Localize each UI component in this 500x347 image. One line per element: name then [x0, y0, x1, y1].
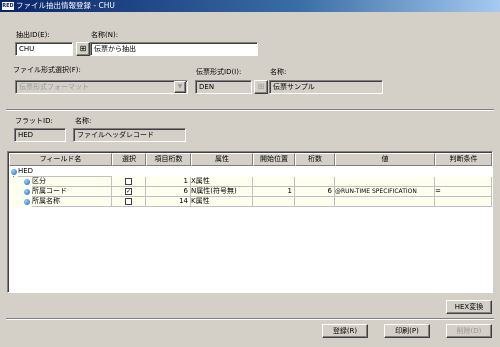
field-name-cell: 所属コード	[32, 187, 112, 197]
file-format-select[interactable]: 伝票形式フォーマット	[15, 80, 188, 94]
column-header[interactable]: 値	[335, 153, 435, 166]
flat-name-field: ファイルヘッダレコード	[73, 128, 186, 142]
checkmark-icon: ✓	[126, 188, 132, 195]
table-row[interactable]: 区分 1 X属性	[9, 177, 492, 187]
length-cell: 6	[295, 187, 335, 197]
lookup-icon: ⊞	[257, 82, 265, 91]
select-cell	[112, 197, 146, 207]
print-button[interactable]: 印刷(P)	[384, 324, 430, 338]
flat-id-field: HED	[14, 128, 66, 142]
digits-cell: 6	[146, 187, 191, 197]
field-name-cell: 区分	[32, 177, 112, 187]
slip-name-field: 伝票サンプル	[269, 80, 383, 94]
column-header[interactable]: フィールド名	[9, 153, 112, 166]
start-cell	[253, 197, 295, 207]
table-row[interactable]: 所属コード ✓ 6 N属性(符号無) 1 6 @RUN-TIME SPECIFI…	[9, 187, 492, 197]
select-cell: ✓	[112, 187, 146, 197]
attr-cell: K属性	[191, 197, 253, 207]
field-name-cell: HED	[18, 167, 112, 177]
file-format-label: ファイル形式選択(F):	[13, 66, 81, 74]
length-cell	[295, 197, 335, 207]
field-name-cell: 所属名称	[32, 197, 112, 207]
window-titlebar: RED ファイル抽出情報登録 - CHU	[0, 0, 500, 12]
start-cell	[253, 177, 295, 187]
column-header[interactable]: 判断条件	[435, 153, 492, 166]
length-cell	[295, 177, 335, 187]
column-header[interactable]: 開始位置	[253, 153, 295, 166]
attr-cell: N属性(符号無)	[191, 187, 253, 197]
section-divider	[6, 109, 494, 111]
name-label: 名称(N):	[91, 31, 119, 39]
file-format-dropdown-button[interactable]: ▼	[174, 81, 186, 93]
column-header[interactable]: 選択	[112, 153, 146, 166]
slip-name-label: 名称:	[270, 68, 287, 76]
tree-node-icon	[24, 179, 30, 185]
digits-cell: 1	[146, 177, 191, 187]
condition-cell	[435, 197, 492, 207]
chevron-down-icon: ▼	[177, 83, 183, 90]
select-cell	[112, 177, 146, 187]
slip-format-id-label: 伝票形式ID(I):	[196, 68, 242, 76]
condition-cell	[435, 177, 492, 187]
flat-id-label: フラットID:	[15, 117, 53, 125]
value-cell	[335, 197, 435, 207]
extract-id-label: 抽出ID(E):	[16, 31, 50, 39]
register-button[interactable]: 登録(R)	[322, 324, 368, 338]
footer-divider	[6, 318, 494, 320]
slip-format-id-input[interactable]: DEN	[195, 80, 252, 94]
table-row[interactable]: HED	[9, 167, 492, 177]
select-checkbox[interactable]: ✓	[125, 188, 132, 195]
start-cell: 1	[253, 187, 295, 197]
table-row[interactable]: 所属名称 14 K属性	[9, 197, 492, 207]
field-grid[interactable]: フィールド名 選択 項目桁数 属性 開始位置 桁数 値 判断条件 HED 区分 …	[7, 151, 493, 293]
app-icon: RED	[2, 2, 14, 10]
condition-cell: =	[435, 187, 492, 197]
flat-name-label: 名称:	[75, 117, 92, 125]
tree-node-icon	[24, 199, 30, 205]
column-header[interactable]: 桁数	[295, 153, 335, 166]
delete-button[interactable]: 削除(D)	[446, 324, 492, 338]
hex-convert-button[interactable]: HEX変換	[446, 300, 492, 314]
extract-id-lookup-button[interactable]: ⊞	[76, 42, 90, 56]
column-header[interactable]: 属性	[191, 153, 253, 166]
value-cell	[335, 177, 435, 187]
window-title: ファイル抽出情報登録 - CHU	[16, 1, 115, 10]
column-header[interactable]: 項目桁数	[146, 153, 191, 166]
attr-cell: X属性	[191, 177, 253, 187]
tree-node-icon	[24, 189, 30, 195]
extract-id-input[interactable]: CHU	[15, 42, 73, 56]
value-cell: @RUN-TIME SPECIFICATION	[335, 187, 435, 197]
digits-cell: 14	[146, 197, 191, 207]
slip-format-lookup-button[interactable]: ⊞	[254, 80, 268, 94]
lookup-icon: ⊞	[79, 44, 87, 53]
name-input[interactable]: 伝票から抽出	[90, 42, 258, 56]
select-checkbox[interactable]	[125, 178, 132, 185]
tree-node-icon	[11, 169, 17, 175]
select-checkbox[interactable]	[125, 198, 132, 205]
